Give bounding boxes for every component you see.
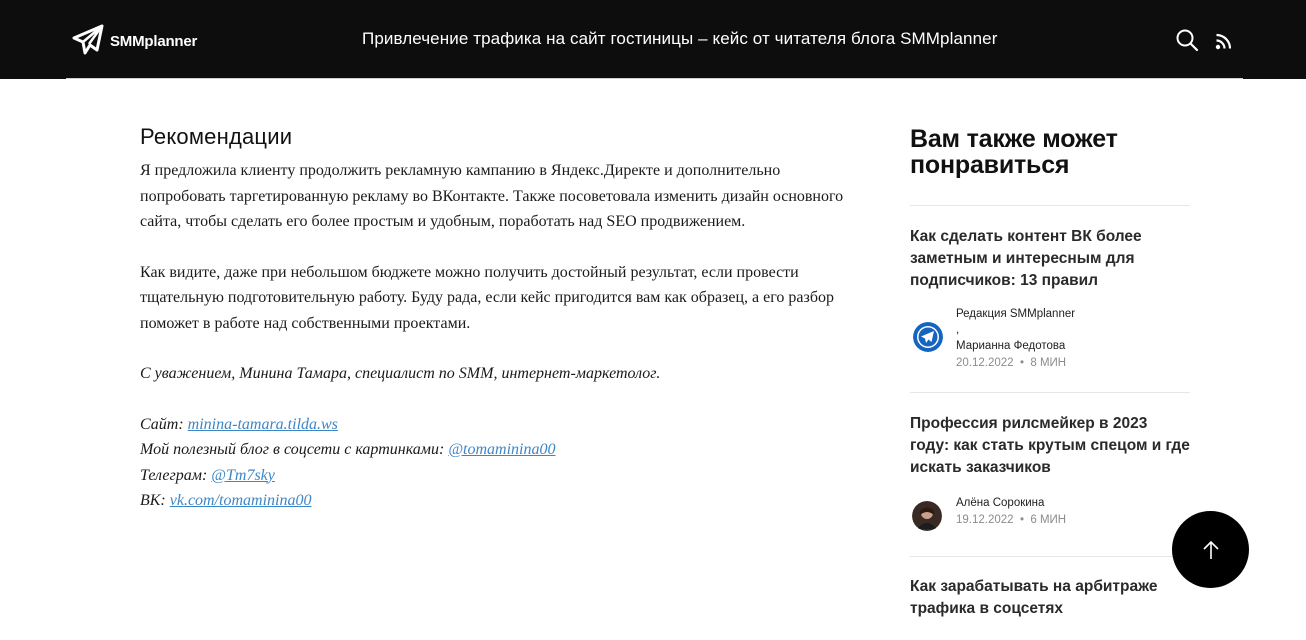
top-bar: SMMplanner Привлечение трафика на сайт г… [0, 0, 1306, 79]
related-card: Профессия рилсмейкер в 2023 году: как ст… [910, 413, 1190, 536]
post-date: 19.12.2022 [956, 514, 1014, 526]
author-name[interactable]: Марианна Федотова [956, 338, 1075, 355]
rss-button[interactable] [1213, 30, 1235, 52]
author-row: Алёна Сорокина 19.12.2022 • 6 МИН [910, 497, 1190, 536]
telegram-link[interactable]: @Tm7sky [211, 467, 275, 484]
article-paragraph: Я предложила клиенту продолжить рекламну… [140, 162, 844, 230]
read-time: 6 МИН [1030, 514, 1067, 526]
article-body: Рекомендации Я предложила клиенту продол… [140, 124, 860, 514]
author-separator: , [956, 324, 960, 336]
contact-label: Телеграм: [140, 466, 212, 484]
post-meta: 19.12.2022 • 6 МИН [956, 512, 1066, 529]
article-paragraph: Как видите, даже при небольшом бюджете м… [140, 263, 834, 332]
author-name[interactable]: Алёна Сорокина [956, 495, 1066, 512]
smmplanner-avatar-icon[interactable] [913, 322, 943, 352]
meta-dot: • [1019, 357, 1024, 369]
related-sidebar: Вам также может понравиться Как сделать … [910, 126, 1190, 620]
author-name[interactable]: Редакция SMMplanner [956, 306, 1075, 323]
contact-telegram: Телеграм: @Tm7sky [140, 463, 860, 489]
contact-vk: ВК: vk.com/tomaminina00 [140, 488, 860, 514]
header-divider [66, 78, 1243, 79]
author-info: Редакция SMMplanner , Марианна Федотова … [956, 306, 1075, 372]
contact-site: Сайт: minina-tamara.tilda.ws [140, 412, 860, 438]
contact-label: Мой полезный блог в соцсети с картинками… [140, 441, 449, 458]
related-card: Как сделать контент ВК более заметным и … [910, 226, 1190, 372]
contact-label: ВК: [140, 492, 170, 509]
paper-plane-logo-icon [72, 24, 104, 55]
rss-icon [1215, 33, 1232, 50]
arrow-up-icon [1202, 540, 1219, 559]
page-title: Привлечение трафика на сайт гостиницы – … [362, 29, 998, 48]
sidebar-heading: Вам также может понравиться [910, 125, 1118, 179]
divider [910, 392, 1190, 393]
search-icon [1176, 29, 1199, 52]
avatar-wrap [912, 499, 958, 536]
author-row: Редакция SMMplanner , Марианна Федотова … [910, 308, 1190, 372]
contacts-block: Сайт: minina-tamara.tilda.ws Мой полезны… [140, 412, 860, 514]
author-signature: С уважением, Минина Тамара, специалист п… [140, 365, 661, 382]
author-photo-avatar[interactable] [912, 501, 942, 531]
contact-blog: Мой полезный блог в соцсети с картинками… [140, 437, 860, 463]
author-info: Алёна Сорокина 19.12.2022 • 6 МИН [956, 495, 1066, 529]
avatar-wrap [913, 312, 959, 357]
section-heading: Рекомендации [140, 124, 293, 149]
meta-dot: • [1019, 514, 1024, 526]
divider [910, 205, 1190, 206]
read-time: 8 МИН [1030, 357, 1067, 369]
related-card: Как зарабатывать на арбитраже трафика в … [910, 576, 1190, 620]
scroll-to-top-button[interactable] [1172, 511, 1249, 588]
related-card-title[interactable]: Как зарабатывать на арбитраже трафика в … [910, 576, 1190, 620]
blog-link[interactable]: @tomaminina00 [448, 441, 555, 458]
related-card-title[interactable]: Как сделать контент ВК более заметным и … [910, 226, 1190, 292]
logo-text: SMMplanner [110, 33, 198, 50]
contact-label: Сайт: [140, 415, 188, 433]
site-link[interactable]: minina-tamara.tilda.ws [188, 416, 338, 433]
vk-link[interactable]: vk.com/tomaminina00 [170, 492, 312, 509]
post-meta: 20.12.2022 • 8 МИН [956, 355, 1075, 372]
smmplanner-logo[interactable]: SMMplanner [72, 23, 197, 57]
related-card-title[interactable]: Профессия рилсмейкер в 2023 году: как ст… [910, 413, 1190, 479]
divider [910, 556, 1190, 557]
search-button[interactable] [1174, 27, 1200, 53]
post-date: 20.12.2022 [956, 357, 1014, 369]
